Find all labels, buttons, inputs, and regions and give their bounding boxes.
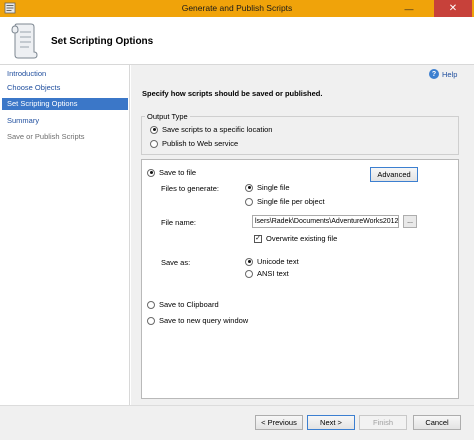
file-name-input[interactable]: lsers\Radek\Documents\AdventureWorks2012… bbox=[252, 215, 399, 228]
save-as-label: Save as: bbox=[161, 258, 191, 267]
nav-item-save-or-publish: Save or Publish Scripts bbox=[7, 132, 85, 141]
radio-unselected-icon bbox=[150, 139, 158, 148]
wizard-header: Set Scripting Options bbox=[0, 17, 474, 65]
script-scroll-icon bbox=[11, 23, 38, 59]
radio-selected-icon bbox=[150, 125, 158, 134]
radio-label: ANSI text bbox=[257, 269, 289, 278]
radio-single-file[interactable]: Single file bbox=[245, 183, 290, 192]
nav-item-summary[interactable]: Summary bbox=[2, 115, 128, 127]
files-to-generate-label: Files to generate: bbox=[161, 184, 219, 193]
radio-save-to-file[interactable]: Save to file bbox=[147, 168, 196, 177]
finish-button: Finish bbox=[359, 415, 407, 430]
radio-label: Save scripts to a specific location bbox=[162, 125, 273, 134]
radio-unselected-icon bbox=[245, 197, 253, 206]
radio-label: Save to Clipboard bbox=[159, 300, 219, 309]
radio-label: Save to file bbox=[159, 168, 197, 177]
cancel-button[interactable]: Cancel bbox=[413, 415, 461, 430]
radio-label: Single file bbox=[257, 183, 290, 192]
previous-button[interactable]: < Previous bbox=[255, 415, 303, 430]
overwrite-label: Overwrite existing file bbox=[266, 234, 338, 243]
help-label: Help bbox=[442, 69, 458, 79]
file-name-label: File name: bbox=[161, 218, 197, 227]
radio-selected-icon bbox=[147, 168, 155, 177]
radio-unselected-icon bbox=[245, 269, 253, 278]
advanced-button[interactable]: Advanced bbox=[370, 167, 418, 182]
radio-publish-web-service[interactable]: Publish to Web service bbox=[150, 139, 238, 148]
page-title: Set Scripting Options bbox=[51, 36, 154, 47]
main-panel: ? Help Specify how scripts should be sav… bbox=[131, 65, 474, 405]
save-options-panel: Save to file Advanced Files to generate:… bbox=[141, 159, 459, 399]
nav-item-set-scripting-options[interactable]: Set Scripting Options bbox=[2, 98, 128, 110]
instruction-text: Specify how scripts should be saved or p… bbox=[142, 89, 323, 98]
radio-selected-icon bbox=[245, 257, 253, 266]
radio-save-to-query-window[interactable]: Save to new query window bbox=[147, 316, 248, 325]
overwrite-checkbox[interactable]: ✓ Overwrite existing file bbox=[254, 234, 337, 243]
close-icon: ✕ bbox=[448, 3, 458, 14]
output-type-group bbox=[141, 116, 459, 155]
nav-item-introduction[interactable]: Introduction bbox=[2, 68, 128, 80]
radio-ansi-text[interactable]: ANSI text bbox=[245, 269, 289, 278]
next-button[interactable]: Next > bbox=[307, 415, 355, 430]
radio-label: Publish to Web service bbox=[162, 139, 239, 148]
radio-unselected-icon bbox=[147, 316, 155, 325]
radio-unselected-icon bbox=[147, 300, 155, 309]
close-button[interactable]: ✕ bbox=[434, 0, 472, 17]
radio-label: Unicode text bbox=[257, 257, 299, 266]
title-bar: Generate and Publish Scripts — ✕ bbox=[0, 0, 474, 17]
help-icon: ? bbox=[429, 69, 439, 79]
wizard-steps-nav: Introduction Choose Objects Set Scriptin… bbox=[0, 65, 130, 405]
wizard-footer: < Previous Next > Finish Cancel bbox=[0, 405, 474, 440]
radio-single-file-per-object[interactable]: Single file per object bbox=[245, 197, 325, 206]
help-link[interactable]: ? Help bbox=[429, 69, 457, 79]
radio-label: Single file per object bbox=[257, 197, 325, 206]
radio-label: Save to new query window bbox=[159, 316, 249, 325]
radio-save-to-location[interactable]: Save scripts to a specific location bbox=[150, 125, 272, 134]
browse-button[interactable]: ... bbox=[403, 215, 417, 228]
radio-selected-icon bbox=[245, 183, 253, 192]
nav-item-choose-objects[interactable]: Choose Objects bbox=[2, 82, 128, 94]
radio-unicode-text[interactable]: Unicode text bbox=[245, 257, 299, 266]
minimize-button[interactable]: — bbox=[396, 0, 422, 17]
minimize-icon: — bbox=[404, 3, 414, 14]
checkmark-icon: ✓ bbox=[254, 234, 262, 243]
radio-save-to-clipboard[interactable]: Save to Clipboard bbox=[147, 300, 219, 309]
output-type-label: Output Type bbox=[145, 112, 190, 121]
